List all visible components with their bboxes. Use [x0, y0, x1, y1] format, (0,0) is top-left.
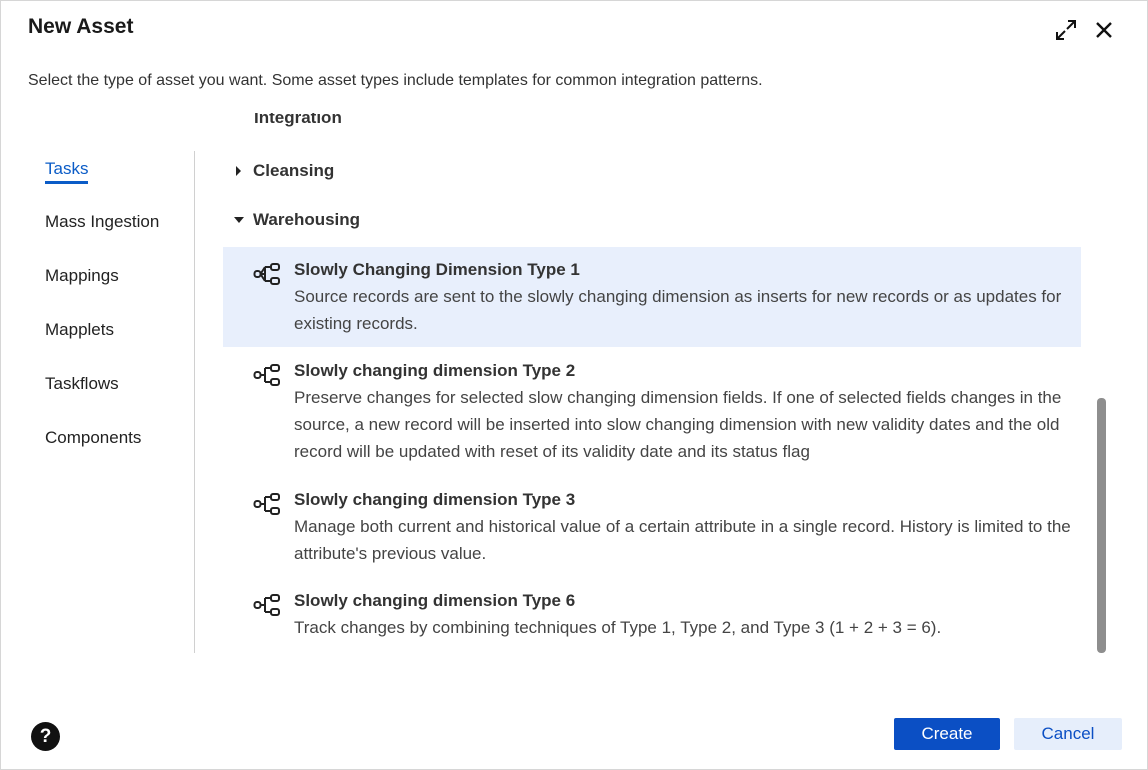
caret-down-icon	[233, 215, 253, 225]
item-name: Slowly changing dimension Type 6	[294, 591, 576, 610]
item-name: Slowly changing dimension Type 3	[294, 490, 576, 509]
header-actions	[1053, 17, 1117, 43]
category-label: Cleansing	[253, 161, 335, 180]
mapping-tree-icon	[253, 593, 281, 617]
list-item-scd-type-3[interactable]: Slowly changing dimension Type 3 Manage …	[223, 477, 1081, 577]
cancel-button[interactable]: Cancel	[1014, 718, 1122, 750]
item-description: Track changes by combining techniques of…	[294, 618, 942, 637]
dialog-title: New Asset	[28, 15, 134, 38]
dialog-subtitle: Select the type of asset you want. Some …	[28, 72, 763, 89]
item-name: Slowly Changing Dimension Type 1	[294, 260, 580, 279]
nav-item-mappings[interactable]: Mappings	[45, 266, 119, 286]
nav-item-tasks[interactable]: Tasks	[45, 159, 89, 184]
item-name: Slowly changing dimension Type 2	[294, 361, 576, 380]
list-item-scd-type-6[interactable]: Slowly changing dimension Type 6 Track c…	[223, 578, 1081, 651]
help-icon[interactable]: ?	[31, 722, 60, 751]
new-asset-dialog: New Asset Select the type of asset you w…	[0, 0, 1148, 770]
category-integration-cutoff: Integration	[254, 113, 342, 127]
item-description: Manage both current and historical value…	[294, 517, 1071, 563]
category-label: Warehousing	[253, 210, 361, 229]
list-item-scd-type-1[interactable]: Slowly Changing Dimension Type 1 Source …	[223, 247, 1081, 347]
category-warehousing[interactable]: Warehousing	[233, 210, 360, 230]
asset-category-nav: Tasks Mass Ingestion Mappings Mapplets T…	[28, 151, 195, 653]
item-description: Preserve changes for selected slow chang…	[294, 388, 1062, 461]
create-button[interactable]: Create	[894, 718, 1000, 750]
nav-item-taskflows[interactable]: Taskflows	[45, 374, 119, 394]
close-icon[interactable]	[1091, 17, 1117, 43]
mapping-tree-icon	[253, 363, 281, 387]
item-description: Source records are sent to the slowly ch…	[294, 287, 1062, 333]
asset-list: Integration Cleansing Warehousing Slowly…	[201, 113, 1081, 653]
mapping-tree-icon	[253, 492, 281, 516]
caret-right-icon	[233, 165, 253, 177]
mapping-tree-icon	[253, 262, 281, 286]
category-cleansing[interactable]: Cleansing	[233, 161, 334, 181]
list-item-scd-type-2[interactable]: Slowly changing dimension Type 2 Preserv…	[223, 348, 1081, 475]
expand-icon[interactable]	[1053, 17, 1079, 43]
nav-item-mapplets[interactable]: Mapplets	[45, 320, 114, 340]
nav-item-components[interactable]: Components	[45, 428, 141, 448]
scrollbar-thumb[interactable]	[1097, 398, 1106, 653]
nav-item-mass-ingestion[interactable]: Mass Ingestion	[45, 212, 159, 232]
